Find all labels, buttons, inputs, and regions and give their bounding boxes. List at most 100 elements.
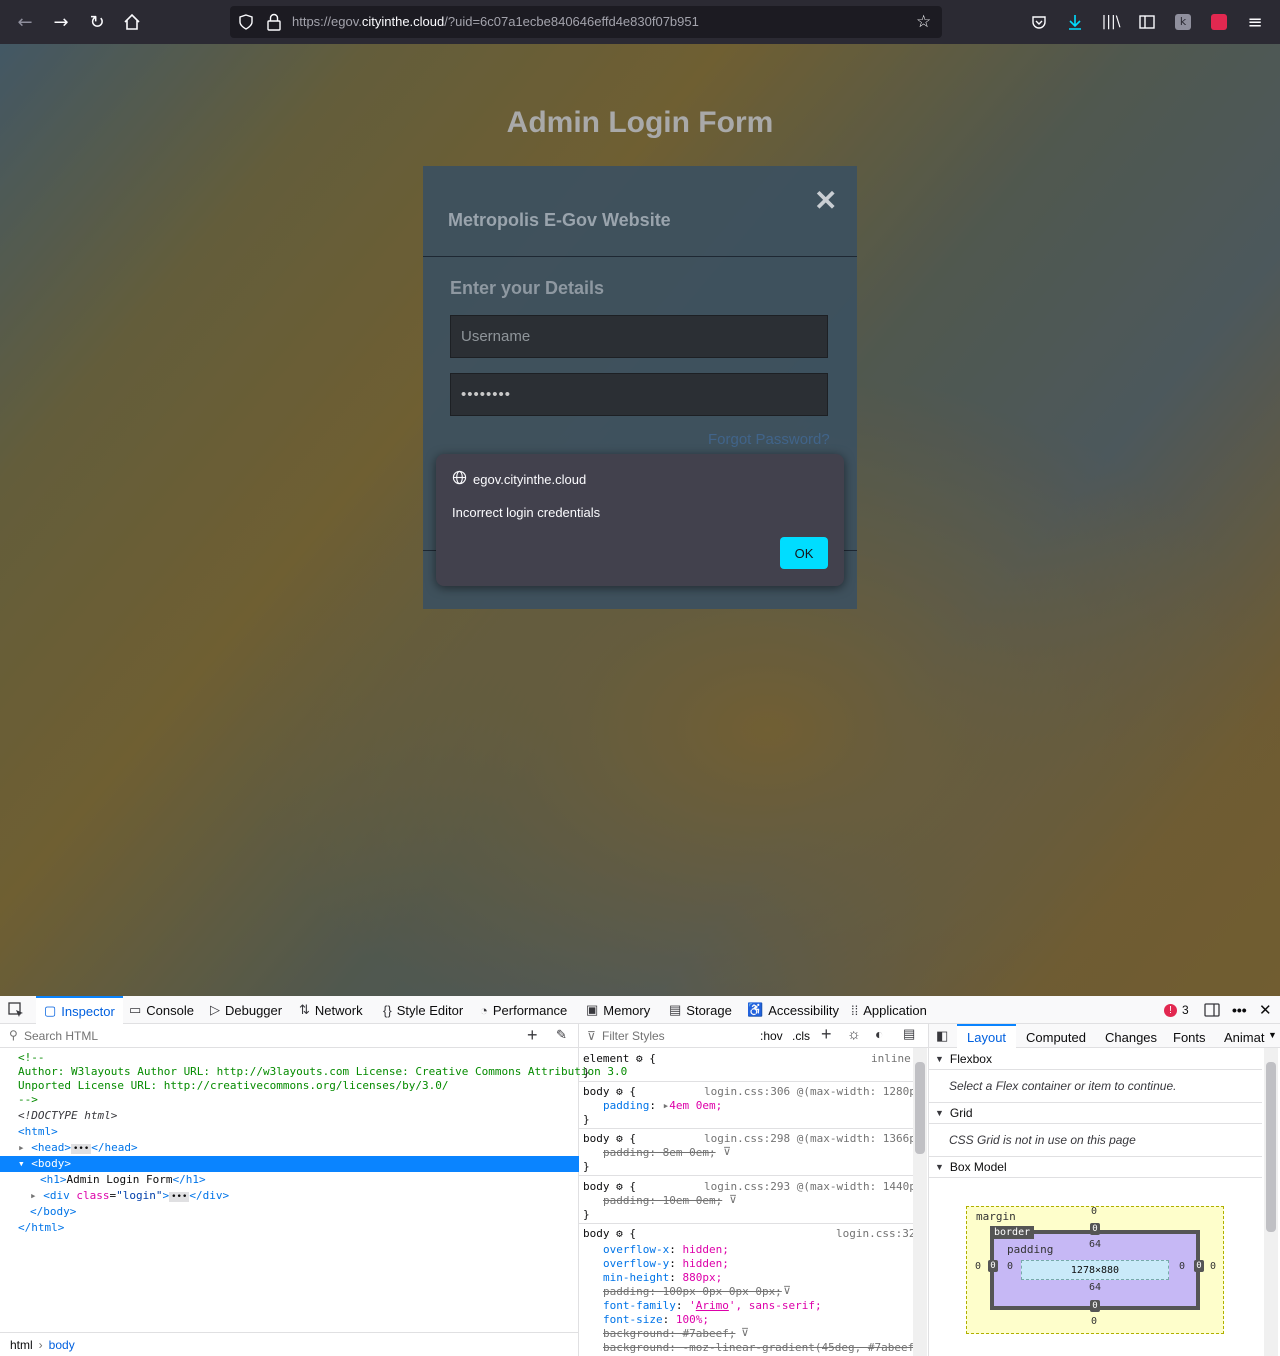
declaration[interactable]: font-size: 100%; <box>603 1313 709 1326</box>
overridden-declaration[interactable]: padding: 100px 0px 0px 0px; <box>603 1285 782 1298</box>
tab-storage[interactable]: ▤ Storage <box>669 996 732 1024</box>
tab-fonts[interactable]: Fonts <box>1173 1030 1206 1045</box>
margin-top-value[interactable]: 0 <box>1091 1206 1097 1217</box>
body-close-tag[interactable]: </body> <box>30 1204 609 1220</box>
html-node[interactable]: <html> <box>18 1124 597 1140</box>
overridden-declaration[interactable]: padding: 8em 0em; <box>603 1146 716 1159</box>
cls-toggle[interactable]: .cls <box>792 1029 810 1043</box>
declaration[interactable]: overflow-y: hidden; <box>603 1257 729 1270</box>
declaration[interactable]: overflow-x: hidden; <box>603 1243 729 1256</box>
filter-icon[interactable]: ⊽ <box>723 1145 731 1158</box>
tab-style-editor[interactable]: {} Style Editor <box>383 996 463 1024</box>
html-close-tag[interactable]: </html> <box>18 1220 597 1236</box>
pocket-icon[interactable] <box>1025 8 1053 36</box>
more-options-icon[interactable]: ••• <box>1232 996 1247 1024</box>
dock-icon[interactable] <box>1204 996 1220 1024</box>
body-rule-selector[interactable]: body ⚙ { <box>583 1180 636 1193</box>
body-rule-selector[interactable]: body ⚙ { <box>583 1085 636 1098</box>
margin-left-value[interactable]: 0 <box>975 1261 981 1272</box>
body-node-selected[interactable]: ▾ <body> <box>0 1156 579 1172</box>
filter-styles-bar[interactable]: ⊽ Filter Styles :hov .cls + ☼ ◐ ▤ <box>579 1024 929 1048</box>
scroll-thumb[interactable] <box>1266 1062 1276 1232</box>
sidebar-icon[interactable] <box>1133 8 1161 36</box>
lock-icon[interactable] <box>266 13 282 35</box>
tab-memory[interactable]: ▣ Memory <box>586 996 650 1024</box>
scroll-thumb[interactable] <box>915 1062 925 1154</box>
tab-inspector[interactable]: ▢ Inspector <box>36 996 123 1024</box>
filter-icon[interactable]: ⊽ <box>729 1193 737 1206</box>
url-bar[interactable]: https://egov.cityinthe.cloud/?uid=6c07a1… <box>230 6 942 38</box>
tab-computed[interactable]: Computed <box>1026 1030 1086 1045</box>
filter-icon[interactable]: ⊽ <box>783 1284 791 1297</box>
password-field[interactable]: •••••••• <box>450 373 828 416</box>
menu-icon[interactable]: ≡ <box>1241 8 1269 36</box>
ok-button[interactable]: OK <box>780 537 828 569</box>
div-login-node[interactable]: ▸ <div class="login"> ••• </div> <box>30 1188 609 1204</box>
overridden-declaration[interactable]: padding: 10em 0em; <box>603 1194 722 1207</box>
url-text[interactable]: https://egov.cityinthe.cloud/?uid=6c07a1… <box>292 14 699 29</box>
add-rule-icon[interactable]: + <box>821 1024 832 1045</box>
dark-scheme-icon[interactable]: ◐ <box>875 1026 883 1042</box>
element-picker-icon[interactable] <box>8 996 28 1024</box>
close-icon[interactable]: ✕ <box>814 184 837 217</box>
font-link[interactable]: Arimo <box>696 1299 729 1312</box>
padding-bottom-value[interactable]: 64 <box>1089 1282 1101 1293</box>
collapsed-ellipsis[interactable]: ••• <box>71 1144 92 1154</box>
border-top-value[interactable]: 0 <box>1090 1223 1100 1235</box>
bookmark-star-icon[interactable]: ☆ <box>916 12 931 32</box>
rule-source[interactable]: login.css:293 @(max-width: 1440px) <box>704 1180 929 1193</box>
eyedropper-icon[interactable]: ✎ <box>556 1027 567 1043</box>
overridden-declaration[interactable]: background: #7abeef; <box>603 1327 735 1340</box>
toggle-sidebar-icon[interactable]: ◧ <box>936 1028 948 1044</box>
tab-animations[interactable]: Animat <box>1224 1030 1264 1045</box>
declaration[interactable]: font-family: 'Arimo', sans-serif; <box>603 1299 822 1312</box>
forgot-password-link[interactable]: Forgot Password? <box>708 431 830 448</box>
padding-top-value[interactable]: 64 <box>1089 1239 1101 1250</box>
border-bottom-value[interactable]: 0 <box>1090 1300 1100 1312</box>
tab-accessibility[interactable]: ♿ Accessibility <box>747 996 839 1024</box>
light-scheme-icon[interactable]: ☼ <box>847 1026 861 1043</box>
rule-source[interactable]: login.css:298 @(max-width: 1366px) <box>704 1132 929 1145</box>
comment-line[interactable]: --> <box>18 1092 597 1108</box>
username-field[interactable]: Username <box>450 315 828 358</box>
declaration[interactable]: padding: ▸4em 0em; <box>603 1099 722 1112</box>
tab-console[interactable]: ▭ Console <box>129 996 194 1024</box>
doctype-node[interactable]: <!DOCTYPE html> <box>18 1108 597 1124</box>
rule-source[interactable]: login.css:32 <box>836 1227 915 1240</box>
box-model-content[interactable]: 1278×880 <box>1021 1260 1169 1280</box>
h1-node[interactable]: <h1>Admin Login Form</h1> <box>40 1172 619 1188</box>
print-simulation-icon[interactable]: ▤ <box>903 1026 915 1042</box>
rules-scrollbar[interactable] <box>913 1048 927 1356</box>
body-rule-selector[interactable]: body ⚙ { <box>583 1227 636 1240</box>
layout-scrollbar[interactable] <box>1264 1048 1278 1356</box>
element-rule[interactable]: element ⚙ { <box>583 1052 656 1065</box>
declaration[interactable]: min-height: 880px; <box>603 1271 722 1284</box>
border-left-value[interactable]: 0 <box>988 1260 998 1272</box>
breadcrumb-body[interactable]: body <box>49 1338 75 1352</box>
filter-icon[interactable]: ⊽ <box>741 1326 749 1339</box>
search-input[interactable]: Search HTML <box>24 1029 98 1043</box>
search-html-bar[interactable]: ⚲ Search HTML + ✎ <box>0 1024 579 1048</box>
forward-icon[interactable]: → <box>47 8 75 36</box>
add-node-icon[interactable]: + <box>527 1025 538 1046</box>
back-icon[interactable]: ← <box>11 8 39 36</box>
library-icon[interactable]: |||\ <box>1097 8 1125 36</box>
shield-icon[interactable] <box>238 14 254 34</box>
border-right-value[interactable]: 0 <box>1194 1260 1204 1272</box>
overridden-declaration[interactable]: background: -moz-linear-gradient(45deg, … <box>603 1341 914 1354</box>
close-devtools-icon[interactable]: ✕ <box>1259 996 1272 1024</box>
breadcrumb-html[interactable]: html <box>10 1338 33 1352</box>
error-count-badge[interactable]: ! 3 <box>1164 996 1189 1024</box>
tab-application[interactable]: ⁞⁞ Application <box>851 996 927 1024</box>
margin-right-value[interactable]: 0 <box>1210 1261 1216 1272</box>
padding-right-value[interactable]: 0 <box>1179 1261 1185 1272</box>
box-model-section-header[interactable]: ▼ Box Model <box>929 1156 1262 1178</box>
reload-icon[interactable]: ↻ <box>83 8 111 36</box>
rule-source[interactable]: inline <box>871 1052 911 1065</box>
home-icon[interactable] <box>118 8 146 36</box>
extension-lock-icon[interactable] <box>1205 8 1233 36</box>
padding-left-value[interactable]: 0 <box>1007 1261 1013 1272</box>
tab-debugger[interactable]: ▷ Debugger <box>210 996 282 1024</box>
tab-layout[interactable]: Layout <box>957 1024 1017 1048</box>
filter-styles-input[interactable]: Filter Styles <box>602 1029 665 1043</box>
